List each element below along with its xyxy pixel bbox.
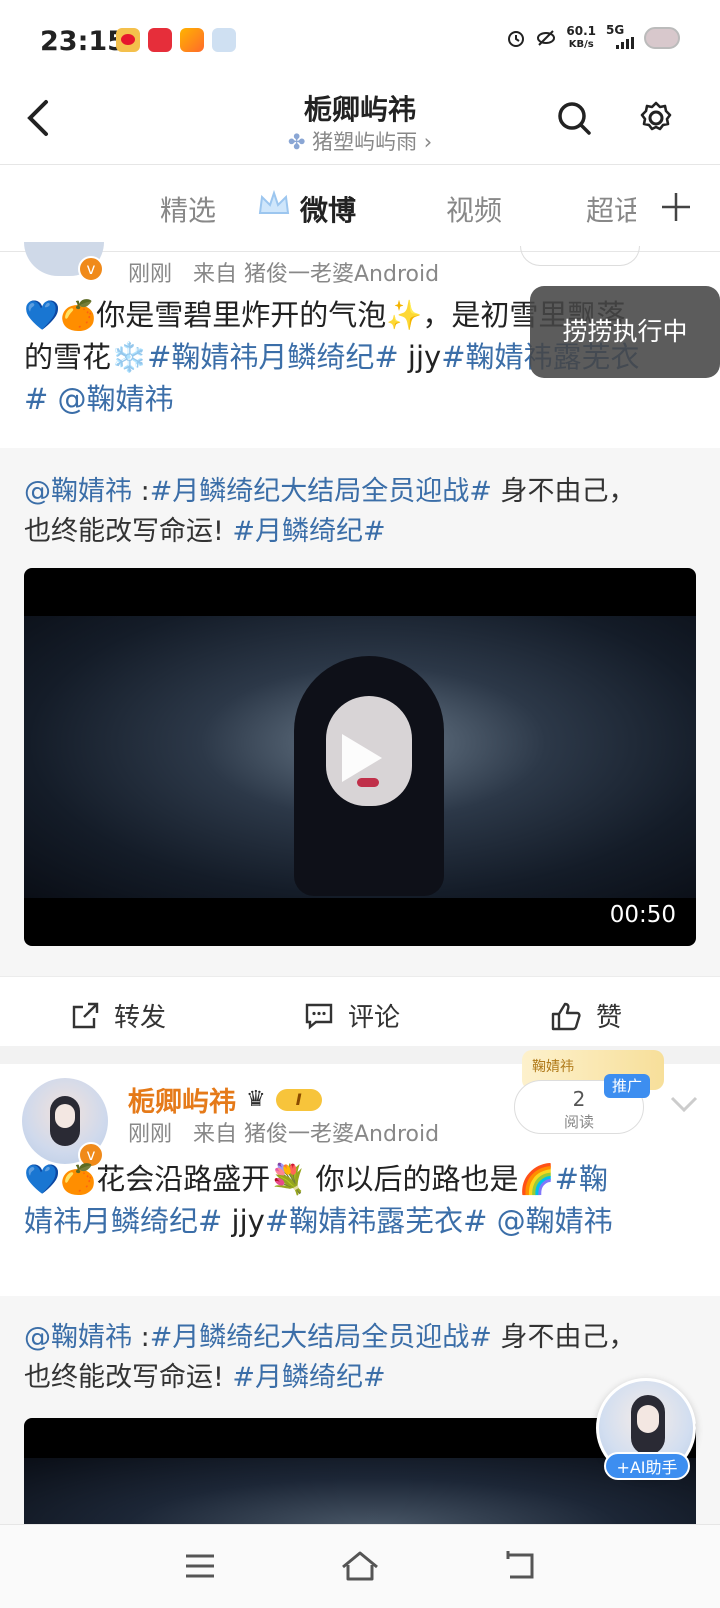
- system-indicators: 60.1 KB/s 5G: [506, 24, 680, 52]
- overlay-toast[interactable]: 捞捞执行中: [530, 286, 720, 378]
- system-nav-bar: [0, 1524, 720, 1608]
- clover-icon: ✤: [287, 130, 306, 154]
- member-crown-icon: ♛: [246, 1087, 266, 1112]
- page-title: 栀卿屿祎: [303, 93, 416, 126]
- repost-button[interactable]: 转发: [70, 997, 166, 1034]
- verified-badge-icon: v: [78, 256, 104, 282]
- gear-icon[interactable]: [638, 100, 674, 136]
- author-name[interactable]: 栀卿屿祎: [128, 1080, 236, 1119]
- tab-weibo[interactable]: 微博: [300, 189, 356, 229]
- play-icon[interactable]: [334, 730, 386, 786]
- chevron-down-icon[interactable]: [668, 1094, 700, 1114]
- red-app-icon: [148, 28, 172, 52]
- post-text: 💙🍊花会沿路盛开💐 你以后的路也是🌈#鞠 婧祎月鳞绮纪# jjy#鞠婧祎露芜衣#…: [24, 1162, 613, 1238]
- level-badge: I: [275, 1088, 322, 1111]
- crown-icon: [256, 187, 292, 223]
- video-player[interactable]: [24, 1418, 696, 1528]
- video-player[interactable]: 00:50: [24, 568, 696, 946]
- page-subtitle[interactable]: ✤ 猪塑屿屿雨 ›: [0, 126, 720, 156]
- search-icon[interactable]: [556, 100, 592, 136]
- alarm-icon: [508, 31, 525, 47]
- ai-assistant-label[interactable]: +AI助手: [604, 1452, 690, 1480]
- menu-icon[interactable]: [184, 1551, 216, 1581]
- repost-icon: [72, 1002, 99, 1028]
- net-speed: 60.1 KB/s: [566, 24, 596, 51]
- read-count-box: [520, 246, 640, 266]
- status-bar: 23:15 60.1 KB/s 5G: [0, 0, 720, 84]
- clock: 23:15: [40, 26, 126, 57]
- post-card-2: v 栀卿屿祎 ♛ I 刚刚 来自 猪俊一老婆Android 鞠婧祎 2 阅读 推…: [0, 1050, 720, 1296]
- tab-video[interactable]: 视频: [446, 189, 502, 229]
- quote-text: @鞠婧祎 :#月鳞绮纪大结局全员迎战# 身不由己， 也终能改写命运! #月鳞绮纪…: [24, 476, 636, 547]
- comment-icon: [305, 1003, 333, 1030]
- like-button[interactable]: 赞: [550, 997, 622, 1034]
- quoted-post-1[interactable]: @鞠婧祎 :#月鳞绮纪大结局全员迎战# 身不由己， 也终能改写命运! #月鳞绮纪…: [0, 448, 720, 976]
- quote-text: @鞠婧祎 :#月鳞绮纪大结局全员迎战# 身不由己， 也终能改写命运! #月鳞绮纪…: [24, 1322, 636, 1393]
- tab-bar: 精选 微博 视频 超话: [0, 164, 720, 252]
- game-app-icon: [212, 28, 236, 52]
- weibo-app-icon: [116, 28, 140, 52]
- data-saver-icon: [537, 30, 556, 46]
- notification-icons: [116, 28, 236, 52]
- signal-indicator: 5G: [606, 24, 634, 52]
- tab-super-topic[interactable]: 超话: [586, 189, 636, 229]
- promote-badge[interactable]: 推广: [604, 1074, 650, 1098]
- post-actions-1: 转发 评论 赞: [0, 976, 720, 1046]
- home-icon[interactable]: [340, 1549, 380, 1583]
- thumbs-up-icon: [551, 1002, 581, 1030]
- post-meta: 刚刚 来自 猪俊一老婆Android: [128, 262, 440, 287]
- signal-bars-icon: [616, 37, 634, 49]
- back-icon[interactable]: [502, 1549, 538, 1583]
- video-duration: 00:50: [609, 902, 676, 928]
- battery-icon: [644, 27, 680, 49]
- post-meta: 刚刚 来自 猪俊一老婆Android: [128, 1122, 440, 1147]
- tab-featured[interactable]: 精选: [160, 189, 216, 229]
- author-row: 栀卿屿祎 ♛ I: [128, 1080, 322, 1119]
- comment-button[interactable]: 评论: [304, 997, 400, 1034]
- video-thumbnail: [24, 1458, 696, 1528]
- video-app-icon: [180, 28, 204, 52]
- add-tab-icon[interactable]: [660, 191, 692, 223]
